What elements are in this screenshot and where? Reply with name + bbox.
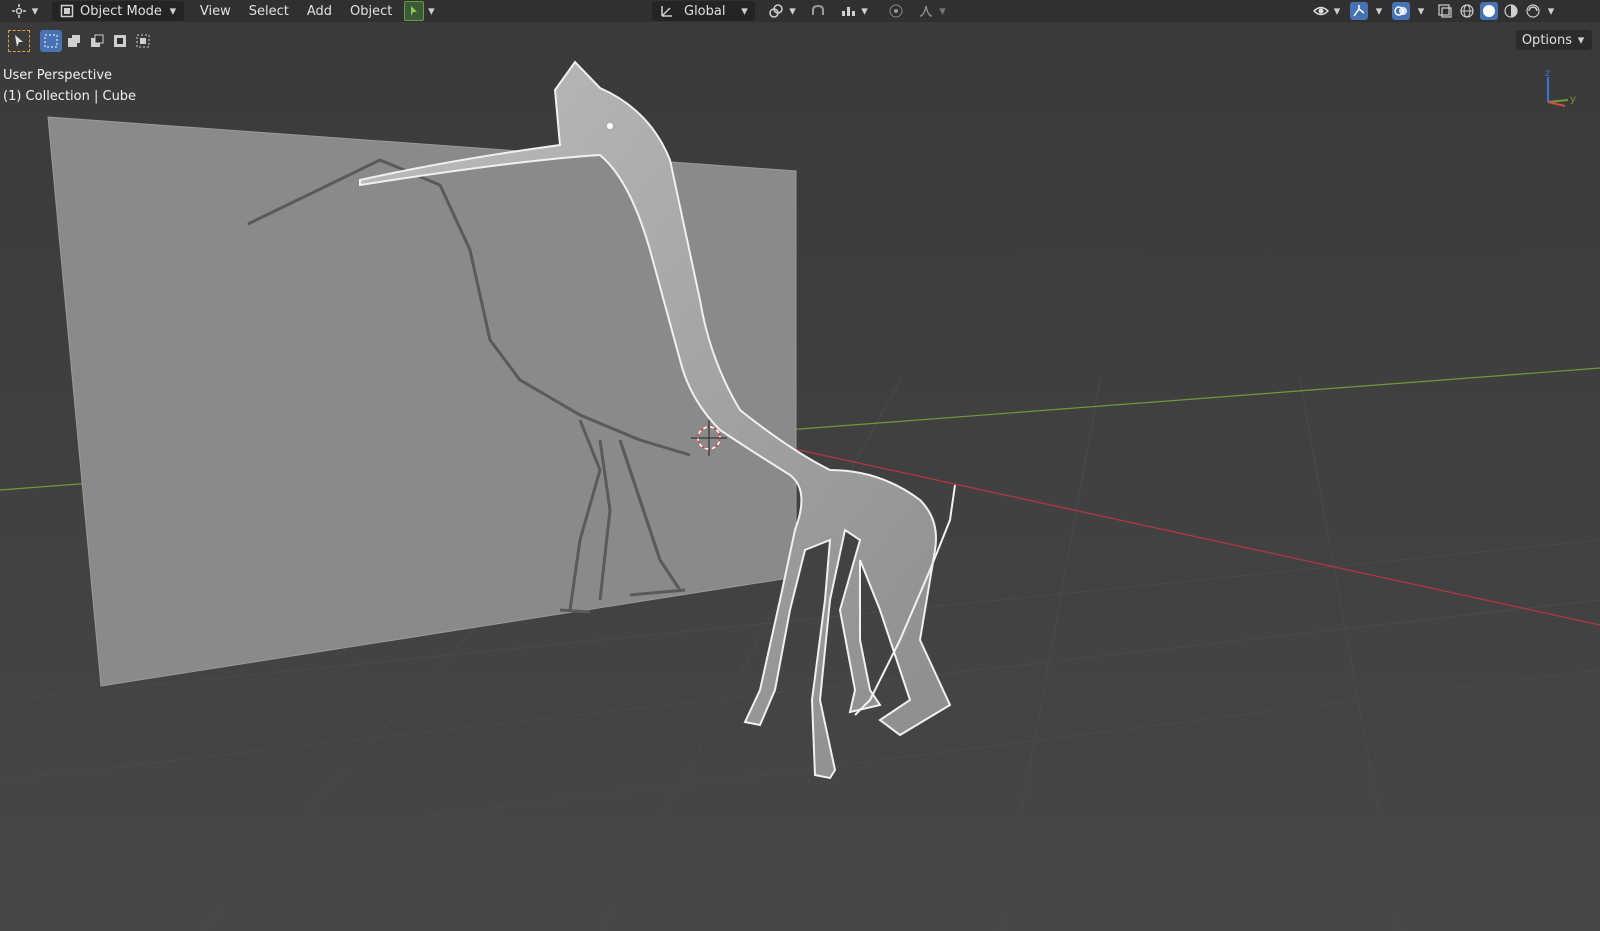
select-intersect-icon xyxy=(134,32,152,50)
overlays-icon xyxy=(1392,2,1410,20)
solid-shading-icon xyxy=(1480,2,1498,20)
snap-increment-icon xyxy=(839,2,857,20)
select-cursor-icon xyxy=(10,32,28,50)
xray-toggle[interactable] xyxy=(1434,1,1456,21)
falloff-icon xyxy=(917,2,935,20)
tool-settings-row: Options ▾ xyxy=(0,27,1600,55)
editor-type-icon xyxy=(10,2,28,20)
visibility-button[interactable]: ▾ xyxy=(1306,1,1348,21)
rendered-shading-icon xyxy=(1524,2,1542,20)
gizmo-toggle[interactable]: ▾ xyxy=(1348,1,1386,21)
options-dropdown[interactable]: Options ▾ xyxy=(1515,30,1592,50)
chevron-down-icon: ▾ xyxy=(789,3,796,19)
select-mode-invert[interactable] xyxy=(109,30,131,52)
chevron-down-icon: ▾ xyxy=(1547,3,1555,19)
3d-viewport[interactable]: z y xyxy=(0,0,1600,931)
chevron-down-icon: ▾ xyxy=(31,3,39,19)
solid-shading-button[interactable] xyxy=(1478,1,1500,21)
select-mode-subtract[interactable] xyxy=(86,30,108,52)
menu-view[interactable]: View xyxy=(194,1,237,21)
options-label: Options xyxy=(1521,32,1572,48)
snap-icon xyxy=(809,2,827,20)
chevron-down-icon: ▾ xyxy=(861,3,868,19)
material-shading-button[interactable] xyxy=(1500,1,1522,21)
pivot-icon xyxy=(767,2,785,20)
pivot-button[interactable]: ▾ xyxy=(761,1,803,21)
select-mode-new[interactable] xyxy=(40,30,62,52)
chevron-down-icon: ▾ xyxy=(1577,32,1585,48)
select-mode-intersect[interactable] xyxy=(132,30,154,52)
chevron-down-icon: ▾ xyxy=(741,3,748,19)
proportional-edit-icon xyxy=(887,2,905,20)
gizmo-z-label: z xyxy=(1545,68,1550,79)
overlays-toggle[interactable]: ▾ xyxy=(1390,1,1428,21)
left-header-group: ▾ Object Mode ▾ View Select Add Object ▾ xyxy=(4,0,442,22)
snap-toggle[interactable] xyxy=(803,1,833,21)
chevron-down-icon: ▾ xyxy=(939,3,946,19)
transform-orientation-selector[interactable]: Global ▾ xyxy=(652,1,756,21)
select-new-icon xyxy=(42,32,60,50)
wireframe-shading-icon xyxy=(1458,2,1476,20)
view-name: User Perspective xyxy=(3,68,113,83)
select-box-tool[interactable] xyxy=(8,30,30,52)
chevron-down-icon: ▾ xyxy=(428,3,435,19)
orientation-icon xyxy=(658,2,676,20)
select-mode-extend[interactable] xyxy=(63,30,85,52)
active-tool-icon xyxy=(404,1,425,21)
menu-object[interactable]: Object xyxy=(344,1,398,21)
material-shading-icon xyxy=(1502,2,1520,20)
collection-info: (1) Collection | Cube xyxy=(3,89,137,104)
viewport-header: ▾ Object Mode ▾ View Select Add Object ▾… xyxy=(0,0,1600,22)
chevron-down-icon: ▾ xyxy=(1375,3,1383,19)
select-invert-icon xyxy=(111,32,129,50)
menu-add[interactable]: Add xyxy=(301,1,338,21)
select-extend-icon xyxy=(65,32,83,50)
menu-select[interactable]: Select xyxy=(243,1,295,21)
editor-type-button[interactable]: ▾ xyxy=(4,1,46,21)
visibility-eye-icon xyxy=(1312,2,1330,20)
chevron-down-icon: ▾ xyxy=(169,3,177,19)
gizmo-icon xyxy=(1350,2,1368,20)
gizmo-y-label: y xyxy=(1570,94,1576,105)
proportional-edit-toggle[interactable] xyxy=(881,1,911,21)
wireframe-shading-button[interactable] xyxy=(1456,1,1478,21)
select-subtract-icon xyxy=(88,32,106,50)
orientation-label: Global xyxy=(684,3,726,19)
mode-label: Object Mode xyxy=(80,3,162,19)
snap-increment-button[interactable]: ▾ xyxy=(833,1,875,21)
mode-selector[interactable]: Object Mode ▾ xyxy=(52,1,184,21)
falloff-button[interactable]: ▾ xyxy=(911,1,953,21)
chevron-down-icon: ▾ xyxy=(1417,3,1425,19)
xray-icon xyxy=(1436,2,1454,20)
chevron-down-icon: ▾ xyxy=(1333,3,1341,19)
right-header-group: ▾ ▾ ▾ ▾ xyxy=(1306,0,1558,22)
rendered-shading-button[interactable]: ▾ xyxy=(1522,1,1558,21)
model-eye xyxy=(607,123,613,129)
object-extra-button[interactable]: ▾ xyxy=(398,1,442,21)
center-header-group: Global ▾ ▾ ▾ ▾ xyxy=(652,0,953,22)
object-mode-icon xyxy=(58,2,76,20)
